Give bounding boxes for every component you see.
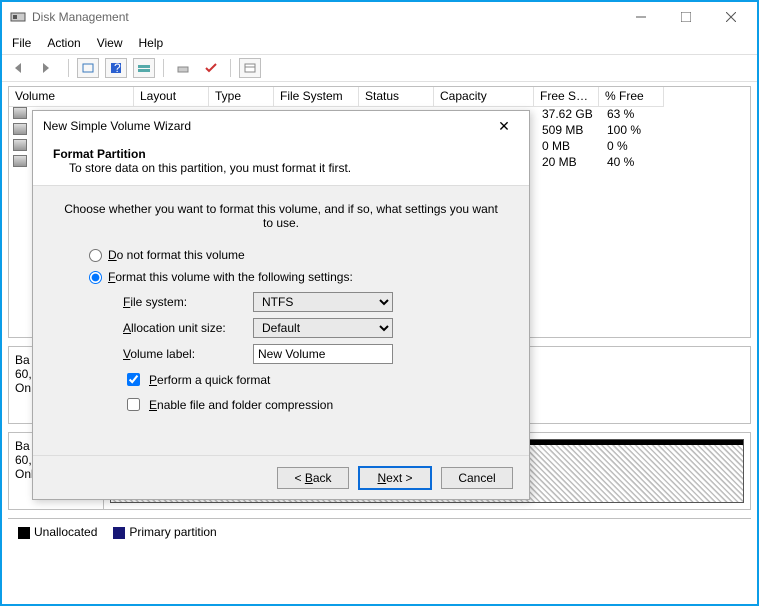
maximize-button[interactable] [663,3,708,31]
select-file-system[interactable]: NTFS [253,292,393,312]
dialog-header: Format Partition To store data on this p… [33,141,529,186]
wizard-dialog: New Simple Volume Wizard ✕ Format Partit… [32,110,530,500]
legend-swatch-primary [113,527,125,539]
toolbar: ? [2,54,757,82]
next-button[interactable]: Next > [359,467,431,489]
column-header[interactable]: Layout [134,87,209,107]
radio-no-format[interactable]: Do not format this volume [89,248,499,262]
toolbar-icon[interactable] [239,58,261,78]
column-header[interactable]: Free Spa... [534,87,599,107]
menu-help[interactable]: Help [139,36,164,50]
column-header[interactable]: % Free [599,87,664,107]
titlebar: Disk Management [2,2,757,32]
menu-file[interactable]: File [12,36,31,50]
checkbox-quick-format[interactable]: Perform a quick format [123,370,499,389]
legend: Unallocated Primary partition [8,518,751,545]
checkbox-compression-input[interactable] [127,398,140,411]
checkbox-quick-format-input[interactable] [127,373,140,386]
dialog-close-button[interactable]: ✕ [489,118,519,135]
dialog-title: New Simple Volume Wizard [43,119,489,133]
radio-no-format-input[interactable] [89,249,102,262]
minimize-button[interactable] [618,3,663,31]
toolbar-icon[interactable] [172,58,194,78]
input-volume-label[interactable] [253,344,393,364]
radio-format-input[interactable] [89,271,102,284]
checkbox-compression[interactable]: Enable file and folder compression [123,395,499,414]
help-icon[interactable]: ? [105,58,127,78]
label-allocation-unit: Allocation unit size: [123,321,253,335]
column-header[interactable]: Capacity [434,87,534,107]
dialog-subheading: To store data on this partition, you mus… [53,161,509,175]
column-header[interactable]: File System [274,87,359,107]
back-button[interactable] [10,58,32,78]
dialog-prompt: Choose whether you want to format this v… [63,202,499,230]
radio-format[interactable]: Format this volume with the following se… [89,270,499,284]
menubar: File Action View Help [2,32,757,54]
toolbar-icon[interactable] [77,58,99,78]
cancel-button[interactable]: Cancel [441,467,513,489]
svg-text:?: ? [114,61,121,75]
column-header[interactable]: Type [209,87,274,107]
main-window: Disk Management File Action View Help ? … [0,0,759,606]
dialog-titlebar: New Simple Volume Wizard ✕ [33,111,529,141]
dialog-heading: Format Partition [53,147,509,161]
forward-button[interactable] [38,58,60,78]
toolbar-icon[interactable] [133,58,155,78]
window-title: Disk Management [32,10,618,24]
dialog-footer: < Back Next > Cancel [33,455,529,499]
app-icon [10,9,26,25]
close-button[interactable] [708,3,753,31]
menu-action[interactable]: Action [47,36,80,50]
label-volume-label: Volume label: [123,347,253,361]
column-header[interactable]: Status [359,87,434,107]
toolbar-icon[interactable] [200,58,222,78]
column-header[interactable]: Volume [9,87,134,107]
label-file-system: File system: [123,295,253,309]
legend-swatch-unallocated [18,527,30,539]
menu-view[interactable]: View [97,36,123,50]
select-allocation-unit[interactable]: Default [253,318,393,338]
back-button[interactable]: < Back [277,467,349,489]
column-headers: VolumeLayoutTypeFile SystemStatusCapacit… [9,87,750,107]
